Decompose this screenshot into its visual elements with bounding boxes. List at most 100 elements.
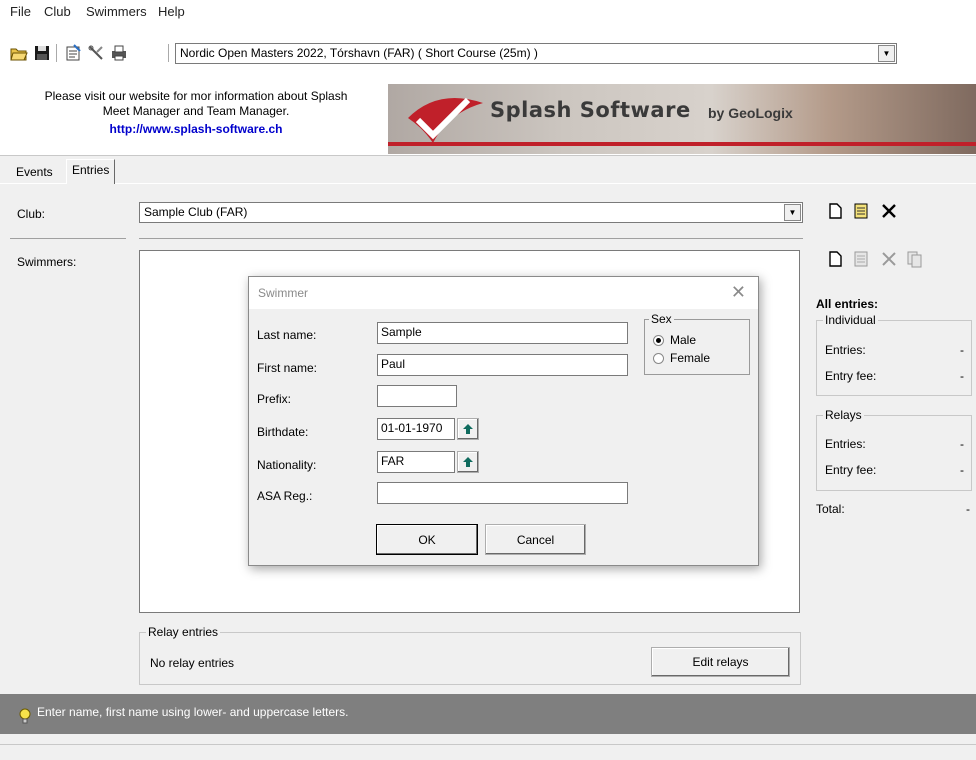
- delete-swimmer-icon[interactable]: [880, 250, 898, 268]
- nationality-field[interactable]: FAR: [377, 451, 455, 473]
- banner-url-link[interactable]: http://www.splash-software.ch: [10, 122, 382, 137]
- banner-logo-image: Splash Software by GeoLogix: [388, 84, 976, 154]
- last-name-value: Sample: [381, 325, 422, 339]
- tab-entries-label: Entries: [72, 163, 110, 177]
- first-name-field[interactable]: Paul: [377, 354, 628, 376]
- individual-group: Individual: [816, 313, 972, 396]
- banner-text-line1: Please visit our website for mor informa…: [44, 89, 348, 103]
- edit-relays-button[interactable]: Edit relays: [651, 647, 790, 677]
- menu-swimmers[interactable]: Swimmers: [86, 4, 147, 19]
- relay-entries-title: Relay entries: [146, 625, 221, 639]
- edit-swimmer-icon[interactable]: [852, 250, 870, 268]
- edit-relays-label: Edit relays: [692, 655, 749, 669]
- divider: [10, 238, 126, 239]
- sex-female-label[interactable]: Female: [670, 351, 710, 365]
- tab-events-label: Events: [16, 165, 53, 179]
- close-icon[interactable]: ✕: [731, 282, 746, 303]
- individual-entries-value: -: [960, 343, 964, 357]
- up-arrow-icon: [463, 424, 473, 434]
- meet-select[interactable]: Nordic Open Masters 2022, Tórshavn (FAR)…: [175, 43, 897, 64]
- prefix-label: Prefix:: [257, 392, 292, 406]
- individual-entries-label: Entries:: [825, 343, 866, 357]
- bottom-bar: [0, 744, 976, 760]
- save-disk-icon[interactable]: [33, 44, 51, 62]
- banner-text: Please visit our website for mor informa…: [10, 89, 382, 137]
- dialog-title: Swimmer: [258, 286, 308, 300]
- sex-title: Sex: [649, 312, 674, 326]
- meet-select-value: Nordic Open Masters 2022, Tórshavn (FAR)…: [180, 46, 538, 60]
- relays-fee-label: Entry fee:: [825, 463, 877, 477]
- ok-button[interactable]: OK: [376, 524, 478, 555]
- relays-entries-label: Entries:: [825, 437, 866, 451]
- club-select-value: Sample Club (FAR): [144, 205, 248, 219]
- nationality-label: Nationality:: [257, 458, 317, 472]
- sex-group: Sex: [644, 312, 750, 375]
- splash-logo-icon: [408, 97, 483, 143]
- dialog-titlebar[interactable]: Swimmer ✕: [249, 277, 758, 309]
- asa-reg-field[interactable]: [377, 482, 628, 504]
- nationality-picker-button[interactable]: [457, 451, 479, 473]
- tab-events[interactable]: Events: [11, 162, 58, 184]
- banner-logo-title: Splash Software: [490, 98, 691, 122]
- menu-file[interactable]: File: [10, 4, 31, 19]
- relays-entries-value: -: [960, 437, 964, 451]
- tabs-baseline: [0, 183, 976, 184]
- tab-entries[interactable]: Entries: [66, 159, 116, 184]
- tools-icon[interactable]: [87, 44, 105, 62]
- last-name-field[interactable]: Sample: [377, 322, 628, 344]
- copy-swimmer-icon[interactable]: [905, 250, 923, 268]
- all-entries-title: All entries:: [816, 297, 879, 311]
- banner-text-line2: Meet Manager and Team Manager.: [102, 104, 290, 118]
- nationality-value: FAR: [381, 454, 405, 468]
- status-hint: Enter name, first name using lower- and …: [37, 705, 349, 719]
- chevron-down-icon: ▼: [882, 49, 891, 58]
- relays-group: Relays: [816, 408, 972, 491]
- club-select-dropdown-button[interactable]: ▼: [784, 204, 801, 221]
- sex-male-radio[interactable]: [653, 335, 664, 346]
- print-icon[interactable]: [110, 44, 128, 62]
- swimmer-dialog: Swimmer ✕ Last name: Sample First name: …: [248, 276, 759, 566]
- new-swimmer-icon[interactable]: [826, 250, 844, 268]
- edit-club-icon[interactable]: [852, 202, 870, 220]
- first-name-value: Paul: [381, 357, 406, 371]
- birthdate-field[interactable]: 01-01-1970: [377, 418, 455, 440]
- toolbar-separator: [56, 44, 57, 62]
- properties-icon[interactable]: [64, 44, 82, 62]
- lightbulb-icon: [19, 708, 31, 724]
- individual-fee-label: Entry fee:: [825, 369, 877, 383]
- up-arrow-icon: [463, 457, 473, 467]
- birthdate-label: Birthdate:: [257, 425, 309, 439]
- chevron-down-icon: ▼: [788, 208, 797, 217]
- toolbar-separator: [168, 44, 169, 62]
- relays-fee-value: -: [960, 463, 964, 477]
- divider: [139, 238, 803, 239]
- total-label: Total:: [816, 502, 845, 516]
- banner-logo-subtitle: by GeoLogix: [708, 105, 793, 121]
- asa-reg-label: ASA Reg.:: [257, 489, 313, 503]
- first-name-label: First name:: [257, 361, 318, 375]
- cancel-button[interactable]: Cancel: [485, 524, 586, 555]
- club-label: Club:: [17, 207, 46, 221]
- sex-male-label[interactable]: Male: [670, 333, 696, 347]
- relay-status: No relay entries: [150, 656, 235, 670]
- prefix-field[interactable]: [377, 385, 457, 407]
- individual-fee-value: -: [960, 369, 964, 383]
- birthdate-picker-button[interactable]: [457, 418, 479, 440]
- total-value: -: [966, 502, 970, 516]
- relays-title: Relays: [823, 408, 864, 422]
- menu-club[interactable]: Club: [44, 4, 71, 19]
- last-name-label: Last name:: [257, 328, 317, 342]
- sex-female-radio[interactable]: [653, 353, 664, 364]
- banner-red-stripe: [388, 142, 976, 146]
- meet-select-dropdown-button[interactable]: ▼: [878, 45, 895, 62]
- menu-bar: File Club Swimmers Help: [0, 0, 976, 22]
- open-folder-icon[interactable]: [10, 44, 28, 62]
- cancel-label: Cancel: [516, 532, 555, 547]
- delete-club-icon[interactable]: [880, 202, 898, 220]
- menu-help[interactable]: Help: [158, 4, 185, 19]
- new-club-icon[interactable]: [826, 202, 844, 220]
- birthdate-value: 01-01-1970: [381, 421, 443, 435]
- swimmers-label: Swimmers:: [17, 255, 77, 269]
- club-select[interactable]: Sample Club (FAR) ▼: [139, 202, 803, 223]
- ok-label: OK: [418, 532, 436, 547]
